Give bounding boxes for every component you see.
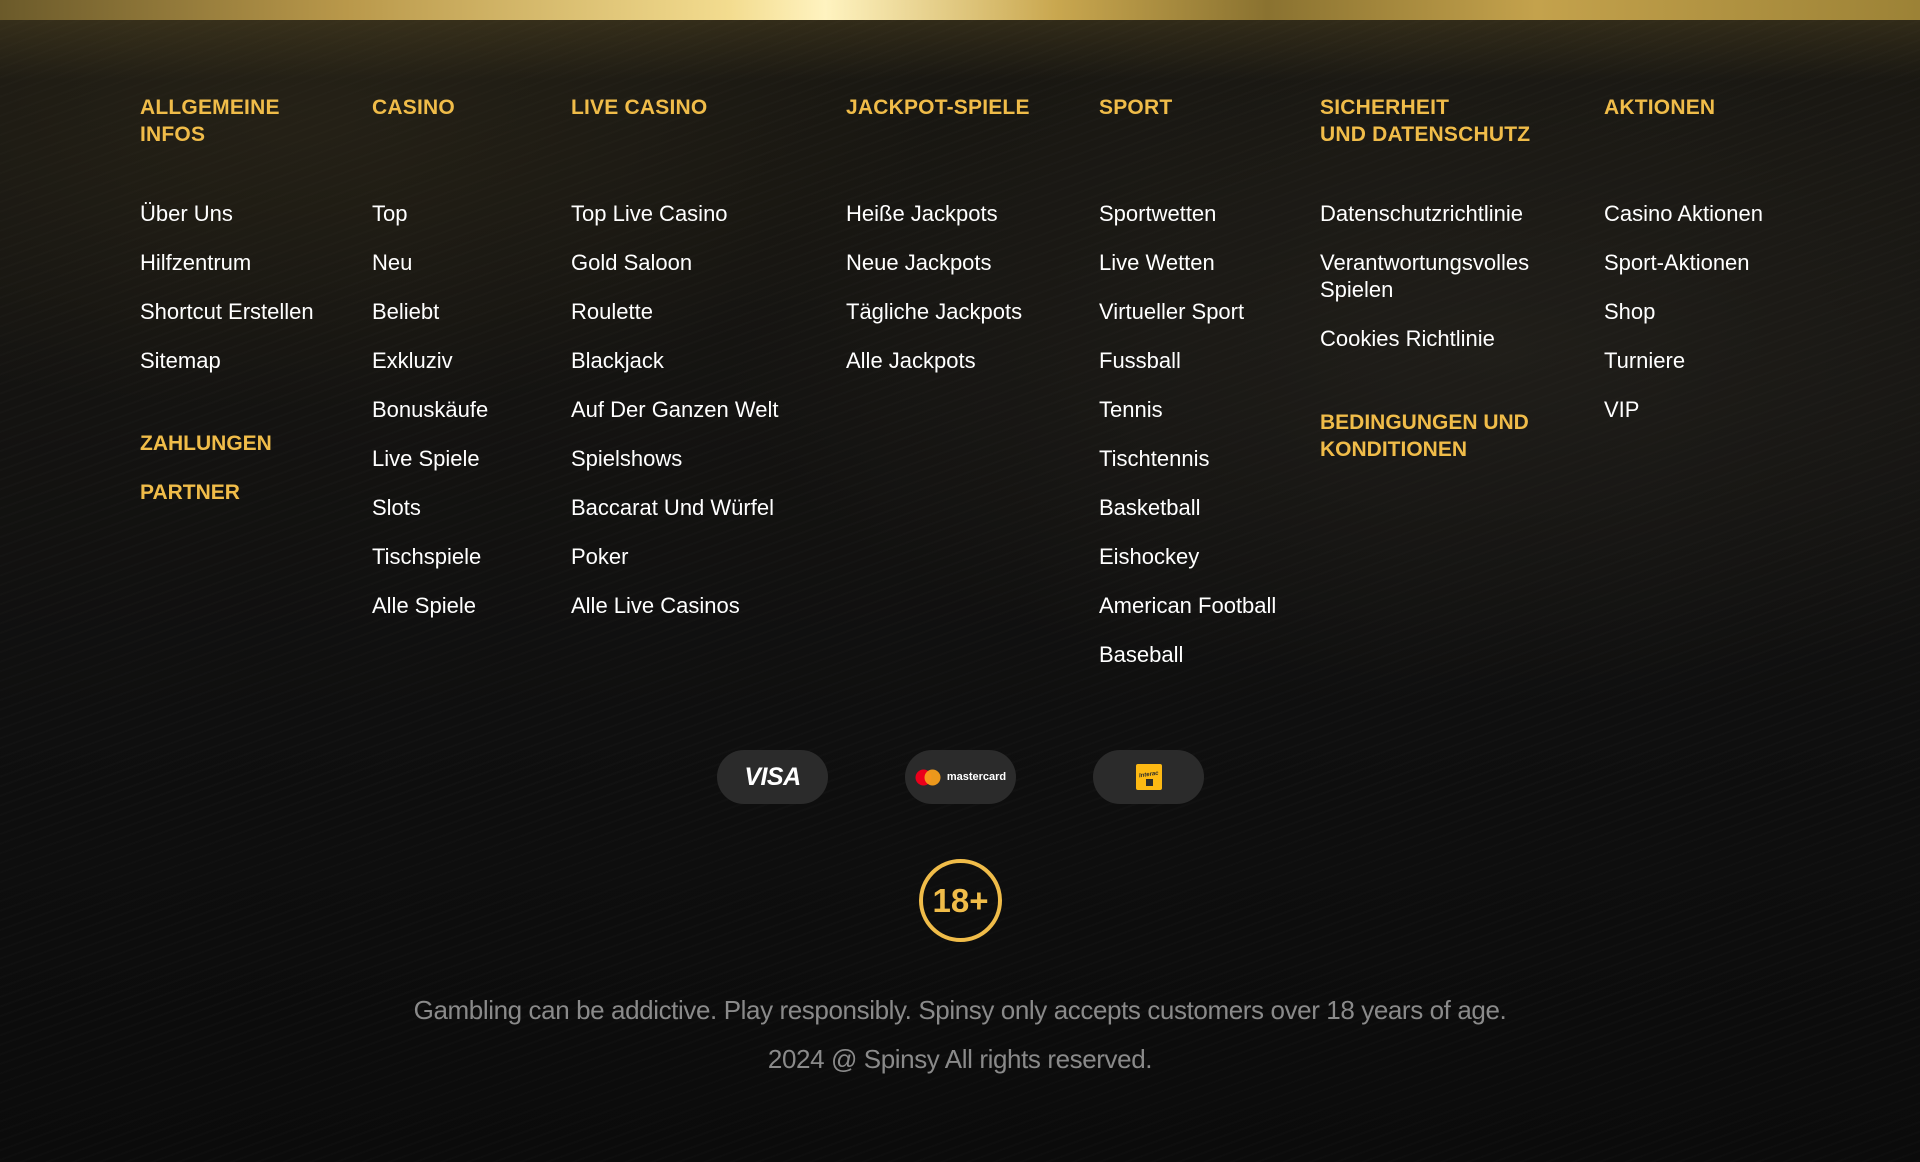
link-casino-live-spiele[interactable]: Live Spiele — [372, 445, 562, 472]
heading-line: UND DATENSCHUTZ — [1320, 123, 1531, 146]
column-heading-sport: SPORT — [1099, 96, 1173, 119]
link-blackjack[interactable]: Blackjack — [571, 347, 831, 374]
link-tischtennis[interactable]: Tischtennis — [1099, 445, 1319, 472]
link-casino-bonuskaeufe[interactable]: Bonuskäufe — [372, 396, 562, 423]
link-neue-jackpots[interactable]: Neue Jackpots — [846, 249, 1096, 276]
heading-line: BEDINGUNGEN UND — [1320, 411, 1529, 434]
column-sport: SPORT Sportwetten Live Wetten Virtueller… — [1099, 94, 1319, 690]
link-zahlungen[interactable]: ZAHLUNGEN — [140, 430, 360, 457]
column-heading-security: SICHERHEIT UND DATENSCHUTZ — [1320, 94, 1570, 148]
link-baccarat-und-wuerfel[interactable]: Baccarat Und Würfel — [571, 494, 831, 521]
column-heading-general: ALLGEMEINE INFOS — [140, 94, 360, 148]
age-18-badge-icon: 18+ — [919, 859, 1002, 942]
mastercard-label: mastercard — [946, 771, 1007, 783]
copyright-text: 2024 @ Spinsy All rights reserved. — [767, 1044, 1153, 1074]
column-jackpot: JACKPOT-SPIELE Heiße Jackpots Neue Jackp… — [846, 94, 1096, 396]
link-live-wetten[interactable]: Live Wetten — [1099, 249, 1319, 276]
link-bedingungen-und-konditionen[interactable]: BEDINGUNGEN UND KONDITIONEN — [1320, 409, 1570, 463]
link-shortcut-erstellen[interactable]: Shortcut Erstellen — [140, 298, 360, 325]
link-spielshows[interactable]: Spielshows — [571, 445, 831, 472]
link-tennis[interactable]: Tennis — [1099, 396, 1319, 423]
interac-logo-icon: Interac — [1135, 764, 1162, 790]
link-taegliche-jackpots[interactable]: Tägliche Jackpots — [846, 298, 1096, 325]
link-verantwortungsvolles-spielen[interactable]: Verantwortungsvolles Spielen — [1320, 249, 1570, 303]
link-alle-live-casinos[interactable]: Alle Live Casinos — [571, 592, 831, 619]
heading-line: SICHERHEIT — [1320, 96, 1450, 119]
heading-line: ALLGEMEINE — [140, 96, 280, 119]
heading-line: INFOS — [140, 123, 206, 146]
link-sitemap[interactable]: Sitemap — [140, 347, 360, 374]
link-american-football[interactable]: American Football — [1099, 592, 1319, 619]
link-turniere[interactable]: Turniere — [1604, 347, 1834, 374]
column-general-info: ALLGEMEINE INFOS Über Uns Hilfzentrum Sh… — [140, 94, 360, 506]
link-casino-alle-spiele[interactable]: Alle Spiele — [372, 592, 562, 619]
link-vip[interactable]: VIP — [1604, 396, 1834, 423]
column-casino: CASINO Top Neu Beliebt Exkluziv Bonuskäu… — [372, 94, 562, 641]
link-casino-neu[interactable]: Neu — [372, 249, 562, 276]
link-casino-beliebt[interactable]: Beliebt — [372, 298, 562, 325]
column-security: SICHERHEIT UND DATENSCHUTZ Datenschutzri… — [1320, 94, 1570, 463]
sport-links: Sportwetten Live Wetten Virtueller Sport… — [1099, 200, 1319, 668]
link-ueber-uns[interactable]: Über Uns — [140, 200, 360, 227]
link-sportwetten[interactable]: Sportwetten — [1099, 200, 1319, 227]
link-virtueller-sport[interactable]: Virtueller Sport — [1099, 298, 1319, 325]
payment-interac[interactable]: Interac — [1093, 750, 1204, 804]
column-heading-promotions: AKTIONEN — [1604, 96, 1716, 119]
link-basketball[interactable]: Basketball — [1099, 494, 1319, 521]
column-heading-live-casino: LIVE CASINO — [571, 96, 708, 119]
link-casino-tischspiele[interactable]: Tischspiele — [372, 543, 562, 570]
link-cookies-richtlinie[interactable]: Cookies Richtlinie — [1320, 325, 1570, 352]
column-live-casino: LIVE CASINO Top Live Casino Gold Saloon … — [571, 94, 831, 641]
security-links: Datenschutzrichtlinie Verantwortungsvoll… — [1320, 200, 1570, 463]
gold-glow — [0, 20, 1920, 80]
jackpot-links: Heiße Jackpots Neue Jackpots Tägliche Ja… — [846, 200, 1096, 374]
link-casino-aktionen[interactable]: Casino Aktionen — [1604, 200, 1834, 227]
link-auf-der-ganzen-welt[interactable]: Auf Der Ganzen Welt — [571, 396, 831, 423]
link-poker[interactable]: Poker — [571, 543, 831, 570]
mastercard-circles-icon — [915, 769, 941, 785]
age-badge-label: 18+ — [932, 881, 989, 919]
responsible-gambling-disclaimer: Gambling can be addictive. Play responsi… — [413, 995, 1507, 1025]
link-baseball[interactable]: Baseball — [1099, 641, 1319, 668]
link-gold-saloon[interactable]: Gold Saloon — [571, 249, 831, 276]
heading-line: KONDITIONEN — [1320, 438, 1467, 461]
link-eishockey[interactable]: Eishockey — [1099, 543, 1319, 570]
link-casino-exkluziv[interactable]: Exkluziv — [372, 347, 562, 374]
payment-visa[interactable]: VISA — [717, 750, 828, 804]
link-partner[interactable]: PARTNER — [140, 479, 360, 506]
link-top-live-casino[interactable]: Top Live Casino — [571, 200, 831, 227]
live-casino-links: Top Live Casino Gold Saloon Roulette Bla… — [571, 200, 831, 619]
link-fussball[interactable]: Fussball — [1099, 347, 1319, 374]
link-casino-slots[interactable]: Slots — [372, 494, 562, 521]
general-links: Über Uns Hilfzentrum Shortcut Erstellen … — [140, 200, 360, 506]
mastercard-logo-icon: mastercard — [915, 769, 1006, 786]
link-roulette[interactable]: Roulette — [571, 298, 831, 325]
payment-mastercard[interactable]: mastercard — [905, 750, 1016, 804]
link-sport-aktionen[interactable]: Sport-Aktionen — [1604, 249, 1834, 276]
casino-links: Top Neu Beliebt Exkluziv Bonuskäufe Live… — [372, 200, 562, 619]
link-casino-top[interactable]: Top — [372, 200, 562, 227]
column-heading-jackpot: JACKPOT-SPIELE — [846, 96, 1030, 119]
column-heading-casino: CASINO — [372, 96, 455, 119]
column-promotions: AKTIONEN Casino Aktionen Sport-Aktionen … — [1604, 94, 1834, 445]
footer-page: ALLGEMEINE INFOS Über Uns Hilfzentrum Sh… — [0, 0, 1920, 1162]
link-datenschutzrichtlinie[interactable]: Datenschutzrichtlinie — [1320, 200, 1570, 227]
visa-logo-icon: VISA — [744, 762, 801, 791]
gold-top-bar — [0, 0, 1920, 20]
link-heisse-jackpots[interactable]: Heiße Jackpots — [846, 200, 1096, 227]
promotions-links: Casino Aktionen Sport-Aktionen Shop Turn… — [1604, 200, 1834, 423]
link-shop[interactable]: Shop — [1604, 298, 1834, 325]
link-hilfzentrum[interactable]: Hilfzentrum — [140, 249, 360, 276]
link-alle-jackpots[interactable]: Alle Jackpots — [846, 347, 1096, 374]
